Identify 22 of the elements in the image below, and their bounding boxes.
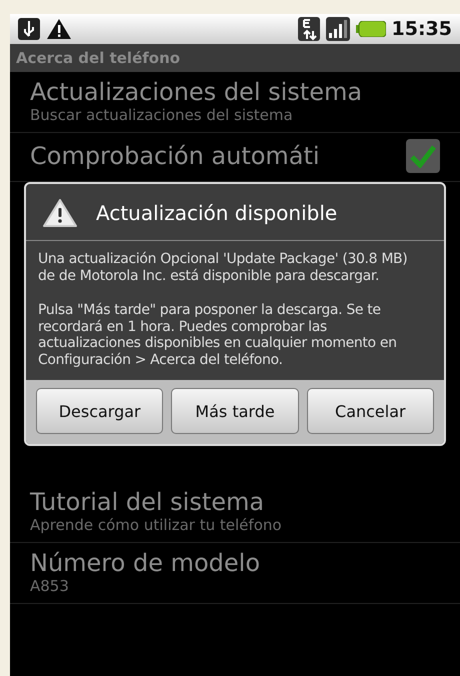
setting-title: Número de modelo xyxy=(30,549,262,578)
setting-summary: A853 xyxy=(30,577,70,596)
usb-icon xyxy=(18,18,40,40)
signal-icon xyxy=(326,17,350,41)
setting-title: Tutorial del sistema xyxy=(30,488,266,516)
dialog-message: Una actualización Opcional 'Update Package' (30.8 MB) de de Motorola Inc. está disponible para descargar. xyxy=(38,251,408,284)
dialog-button[interactable]: Más tarde xyxy=(171,388,299,434)
setting-title: Actualizaciones del sistema xyxy=(30,78,364,106)
dialog-message: Pulsa "Más tarde" para posponer la descarga. Se te recordará en 1 hora. Puedes comprobar las actualizaciones disponibles en cualquier momento en Configuración > Acerca del teléfono. xyxy=(38,302,398,368)
data-connection-icon xyxy=(298,17,320,41)
checkbox[interactable] xyxy=(406,139,440,173)
battery-icon xyxy=(356,21,386,37)
dialog-title: Actualización disponible xyxy=(96,201,338,225)
setting-summary: Aprende cómo utilizar tu teléfono xyxy=(30,516,283,534)
clock: 15:35 xyxy=(392,18,452,40)
setting-title: Comprobación automáti xyxy=(30,142,321,170)
screen-title: Acerca del teléfono xyxy=(16,49,180,67)
warning-icon xyxy=(42,198,78,228)
warning-icon xyxy=(46,18,72,40)
dialog-button[interactable]: Cancelar xyxy=(306,388,434,434)
dialog-button[interactable]: Descargar xyxy=(36,388,164,434)
setting-summary: Buscar actualizaciones del sistema xyxy=(30,106,294,124)
